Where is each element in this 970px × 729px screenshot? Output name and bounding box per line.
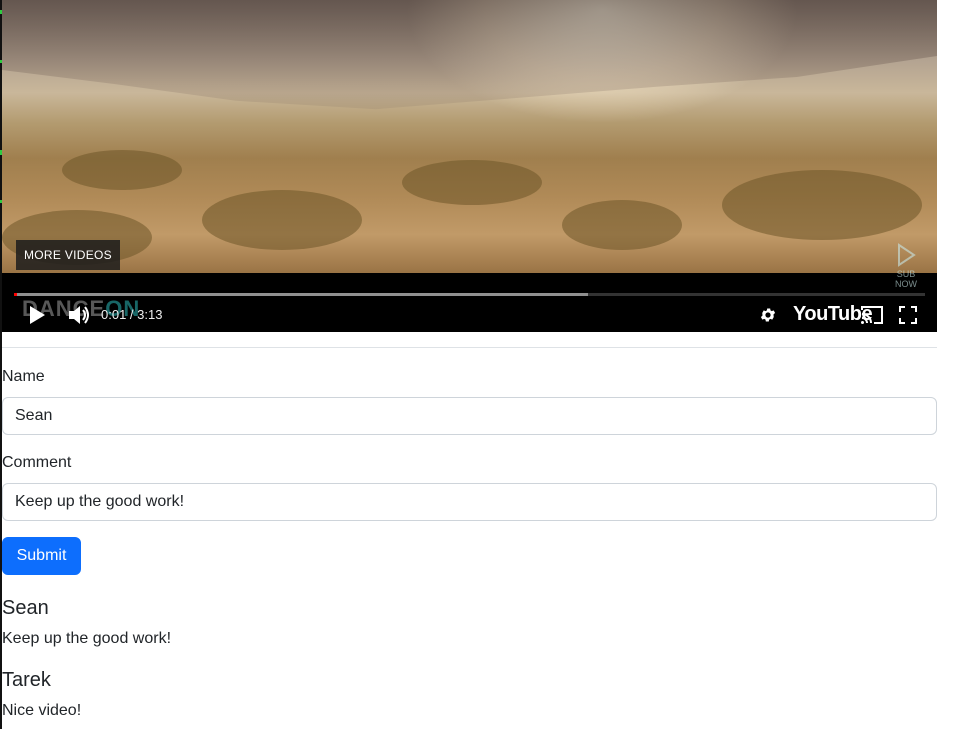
cast-icon bbox=[861, 306, 883, 324]
mountain-backdrop bbox=[2, 0, 937, 110]
more-videos-button[interactable]: MORE VIDEOS bbox=[16, 240, 120, 270]
video-player[interactable]: MORE VIDEOS SUB NOW DANCEON 0:01 / 3:13 bbox=[2, 0, 937, 332]
progress-played bbox=[14, 293, 17, 296]
comment-text: Keep up the good work! bbox=[2, 630, 172, 647]
channel-corner-logo[interactable]: SUB NOW bbox=[889, 243, 923, 289]
play-button[interactable] bbox=[22, 302, 52, 328]
play-icon bbox=[30, 306, 45, 324]
time-display: 0:01 / 3:13 bbox=[101, 307, 163, 322]
settings-button[interactable] bbox=[755, 302, 781, 328]
submit-button[interactable]: Submit bbox=[2, 537, 81, 575]
volume-button[interactable] bbox=[64, 302, 94, 328]
name-input[interactable] bbox=[2, 397, 937, 435]
video-frame[interactable] bbox=[2, 0, 937, 273]
progress-buffered bbox=[14, 293, 588, 296]
progress-bar[interactable] bbox=[14, 293, 925, 296]
comment-text: Nice video! bbox=[2, 702, 82, 719]
comment-label: Comment bbox=[2, 454, 72, 471]
settings-gear-icon bbox=[760, 308, 776, 322]
volume-icon bbox=[69, 306, 89, 324]
comment-author: Tarek bbox=[2, 669, 51, 691]
fullscreen-icon bbox=[899, 306, 917, 324]
corner-logo-text: SUB NOW bbox=[895, 269, 917, 289]
name-label: Name bbox=[2, 368, 45, 385]
section-divider bbox=[2, 347, 937, 348]
cast-button[interactable] bbox=[858, 302, 886, 328]
comment-input[interactable] bbox=[2, 483, 937, 521]
player-controls: 0:01 / 3:13 YouTube bbox=[2, 298, 937, 332]
fullscreen-button[interactable] bbox=[895, 302, 921, 328]
comment-author: Sean bbox=[2, 597, 49, 619]
corner-play-icon bbox=[898, 243, 916, 267]
